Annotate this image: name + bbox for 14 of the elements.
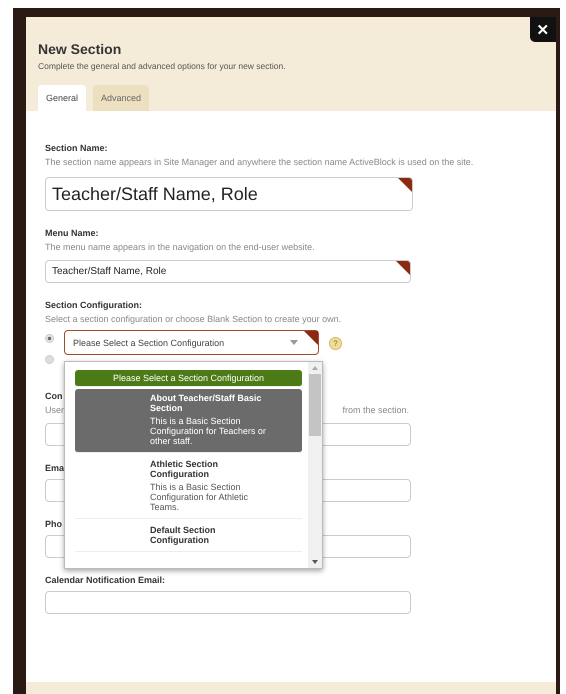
- field-hint: User: [45, 404, 64, 417]
- field-hint: The section name appears in Site Manager and anywhere the section name ActiveBlock is used on the site.: [45, 156, 474, 169]
- field-label: Calendar Notification Email:: [45, 575, 166, 585]
- dialog-subtitle: Complete the general and advanced options for your new section.: [38, 61, 287, 71]
- field-label: Con: [45, 391, 62, 401]
- field-hint: from the section.: [342, 404, 409, 417]
- field-label: Section Configuration:: [45, 300, 142, 310]
- field-hint: Select a section configuration or choose Blank Section to create your own.: [45, 313, 342, 326]
- field-label: Pho: [45, 519, 62, 529]
- field-label: Section Name:: [45, 143, 108, 153]
- field-hint: The menu name appears in the navigation on the end-user website.: [45, 241, 316, 254]
- field-label: Ema: [45, 463, 64, 473]
- field-label: Menu Name:: [45, 228, 99, 238]
- dialog-title: New Section: [38, 41, 122, 57]
